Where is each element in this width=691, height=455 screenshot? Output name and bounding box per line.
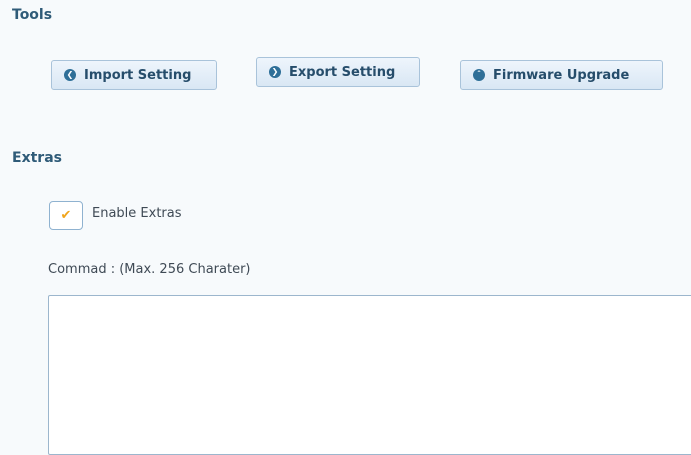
arrow-up-icon: ˆ <box>473 69 485 81</box>
arrow-right-icon: ❯ <box>269 66 281 78</box>
import-setting-button[interactable]: ❮ Import Setting <box>51 60 217 90</box>
export-setting-button[interactable]: ❯ Export Setting <box>256 57 420 87</box>
command-textarea[interactable] <box>48 295 691 455</box>
firmware-upgrade-button[interactable]: ˆ Firmware Upgrade <box>460 60 663 90</box>
firmware-upgrade-label: Firmware Upgrade <box>493 67 630 83</box>
enable-extras-checkbox[interactable]: ✔ <box>49 201 83 230</box>
tools-section-title: Tools <box>12 7 53 23</box>
checkmark-icon: ✔ <box>60 208 72 223</box>
command-label: Commad : (Max. 256 Charater) <box>48 262 251 277</box>
arrow-left-icon: ❮ <box>64 69 76 81</box>
import-setting-label: Import Setting <box>84 67 192 83</box>
extras-section-title: Extras <box>12 150 62 166</box>
export-setting-label: Export Setting <box>289 64 396 80</box>
enable-extras-label: Enable Extras <box>92 206 182 221</box>
